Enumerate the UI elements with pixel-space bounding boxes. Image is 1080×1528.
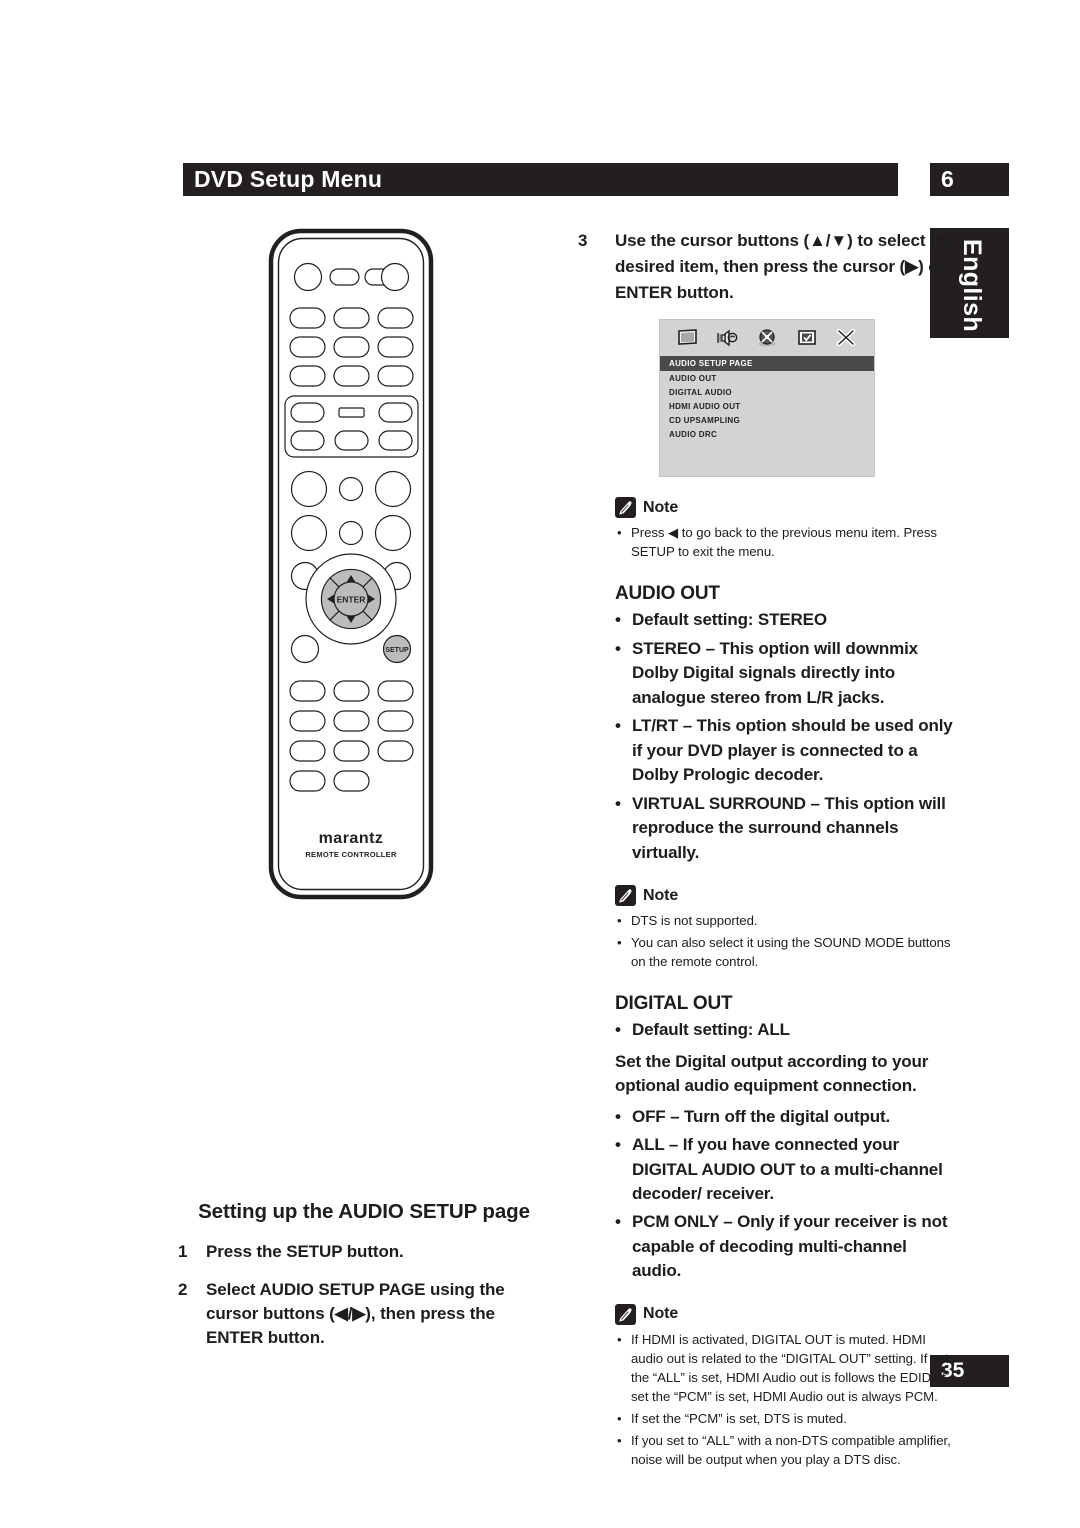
bullet-icon: •: [617, 913, 622, 929]
tv-monitor-icon[interactable]: [676, 327, 700, 349]
note-2-item-1: • You can also select it using the SOUND…: [615, 933, 960, 971]
preference-check-icon[interactable]: [795, 327, 819, 349]
step-1-number: 1: [178, 1242, 188, 1261]
note-label: Note: [643, 886, 679, 904]
bullet-icon: •: [617, 1432, 622, 1448]
digital-out-option-0: • OFF – Turn off the digital output.: [615, 1105, 960, 1129]
audio-out-option-2: • LT/RT – This option should be used onl…: [615, 714, 960, 787]
digital-out-option-0-text: OFF – Turn off the digital output.: [632, 1106, 891, 1126]
osd-icon-bar: [660, 320, 874, 356]
exit-x-icon[interactable]: [834, 327, 858, 349]
audio-out-option-0: • Default setting: STEREO: [615, 608, 960, 632]
note-label: Note: [643, 498, 679, 516]
digital-out-option-list: • OFF – Turn off the digital output. • A…: [615, 1105, 960, 1284]
digital-out-default-option: • Default setting: ALL: [615, 1018, 960, 1042]
page-header-bar: DVD Setup Menu: [183, 163, 898, 196]
note-block-2: Note • DTS is not supported. • You can a…: [615, 885, 960, 971]
audio-out-option-list: • Default setting: STEREO • STEREO – Thi…: [615, 608, 960, 865]
note-3-item-1-text: If set the “PCM” is set, DTS is muted.: [631, 1410, 847, 1426]
svg-text:REMOTE CONTROLLER: REMOTE CONTROLLER: [305, 850, 397, 859]
remote-control-illustration: ENTER SETUP marantz REMOTE CONTROLLER: [268, 228, 434, 900]
note-3-item-2: • If you set to “ALL” with a non-DTS com…: [615, 1431, 960, 1469]
svg-text:SETUP: SETUP: [385, 647, 409, 654]
step-1-text: Press the SETUP button.: [206, 1242, 404, 1261]
bullet-icon: •: [617, 1331, 622, 1347]
note-block-3: Note • If HDMI is activated, DIGITAL OUT…: [615, 1303, 960, 1469]
bullet-icon: •: [617, 935, 622, 951]
note-block-1: Note • Press ◀ to go back to the previou…: [615, 497, 960, 561]
digital-out-option-1-text: ALL – If you have connected your DIGITAL…: [632, 1135, 943, 1203]
audio-out-heading: AUDIO OUT: [615, 583, 720, 605]
osd-item-cd-upsampling[interactable]: CD UPSAMPLING: [660, 413, 874, 427]
pencil-note-icon: [615, 885, 636, 907]
bullet-icon: •: [615, 1135, 621, 1155]
osd-item-audio-out[interactable]: AUDIO OUT: [660, 371, 874, 385]
audio-out-option-0-text: Default setting: STEREO: [632, 610, 827, 630]
step-3-text: Use the cursor buttons (▲/▼) to select t…: [615, 231, 956, 302]
step-2: 2 Select AUDIO SETUP PAGE using the curs…: [178, 1278, 550, 1350]
bullet-icon: •: [617, 1410, 622, 1426]
note-3-list: • If HDMI is activated, DIGITAL OUT is m…: [615, 1330, 960, 1469]
step-2-number: 2: [178, 1280, 188, 1300]
audio-out-option-1-text: STEREO – This option will downmix Dolby …: [632, 638, 918, 707]
right-content-column: 3 Use the cursor buttons (▲/▼) to select…: [578, 228, 960, 1472]
note-2-item-0-text: DTS is not supported.: [631, 913, 758, 929]
bullet-icon: •: [617, 525, 622, 541]
bullet-icon: •: [615, 638, 621, 658]
bullet-icon: •: [615, 610, 621, 630]
note-2-item-0: • DTS is not supported.: [615, 911, 960, 930]
note-3-item-2-text: If you set to “ALL” with a non-DTS compa…: [631, 1432, 951, 1467]
bullet-icon: •: [615, 1106, 621, 1126]
note-3-item-0-text: If HDMI is activated, DIGITAL OUT is mut…: [631, 1331, 949, 1404]
note-1-item-0-text: Press ◀ to go back to the previous menu …: [631, 525, 937, 560]
note-label: Note: [643, 1305, 679, 1323]
bullet-icon: •: [615, 1020, 621, 1040]
step-1: 1 Press the SETUP button.: [178, 1240, 550, 1264]
bullet-icon: •: [615, 716, 621, 736]
pencil-note-icon: [615, 1303, 636, 1325]
audio-out-option-3: • VIRTUAL SURROUND – This option will re…: [615, 792, 960, 865]
note-1-list: • Press ◀ to go back to the previous men…: [615, 523, 960, 561]
audio-out-option-3-text: VIRTUAL SURROUND – This option will repr…: [632, 793, 946, 862]
step-3: 3 Use the cursor buttons (▲/▼) to select…: [578, 228, 960, 305]
osd-item-digital-audio[interactable]: DIGITAL AUDIO: [660, 385, 874, 399]
note-header: Note: [615, 1303, 960, 1325]
disc-video-icon[interactable]: [755, 327, 779, 349]
digital-out-heading: DIGITAL OUT: [615, 993, 733, 1015]
svg-text:marantz: marantz: [319, 830, 384, 847]
digital-out-default-list: • Default setting: ALL: [615, 1018, 960, 1042]
digital-out-default-text: Default setting: ALL: [632, 1020, 790, 1040]
step-2-text: Select AUDIO SETUP PAGE using the cursor…: [206, 1280, 505, 1348]
note-1-item-0: • Press ◀ to go back to the previous men…: [615, 523, 960, 561]
svg-text:ENTER: ENTER: [337, 595, 366, 605]
chapter-number-badge: 6: [930, 163, 1009, 196]
note-2-list: • DTS is not supported. • You can also s…: [615, 911, 960, 971]
setting-up-heading: Setting up the AUDIO SETUP page: [198, 1200, 530, 1223]
digital-out-paragraph: Set the Digital output according to your…: [615, 1051, 929, 1096]
page-title: DVD Setup Menu: [194, 166, 383, 192]
language-tab-label: English: [958, 239, 986, 333]
note-3-item-1: • If set the “PCM” is set, DTS is muted.: [615, 1409, 960, 1428]
osd-screenshot: AUDIO SETUP PAGE AUDIO OUT DIGITAL AUDIO…: [659, 319, 875, 478]
speaker-audio-icon[interactable]: [715, 327, 739, 349]
step-3-number: 3: [578, 231, 588, 250]
digital-out-option-1: • ALL – If you have connected your DIGIT…: [615, 1133, 960, 1206]
digital-out-option-2-text: PCM ONLY – Only if your receiver is not …: [632, 1212, 948, 1281]
osd-item-audio-drc[interactable]: AUDIO DRC: [660, 427, 874, 441]
note-header: Note: [615, 497, 960, 519]
bullet-icon: •: [615, 1212, 621, 1232]
digital-out-option-2: • PCM ONLY – Only if your receiver is no…: [615, 1210, 960, 1283]
note-3-item-0: • If HDMI is activated, DIGITAL OUT is m…: [615, 1330, 960, 1406]
osd-item-hdmi-audio-out[interactable]: HDMI AUDIO OUT: [660, 399, 874, 413]
note-header: Note: [615, 885, 960, 907]
note-2-item-1-text: You can also select it using the SOUND M…: [631, 935, 951, 970]
bullet-icon: •: [615, 793, 621, 813]
audio-out-option-1: • STEREO – This option will downmix Dolb…: [615, 637, 960, 710]
left-content-column: Setting up the AUDIO SETUP page 1 Press …: [178, 1200, 550, 1365]
osd-title-row: AUDIO SETUP PAGE: [660, 356, 874, 372]
pencil-note-icon: [615, 497, 636, 519]
audio-out-option-2-text: LT/RT – This option should be used only …: [632, 716, 953, 785]
